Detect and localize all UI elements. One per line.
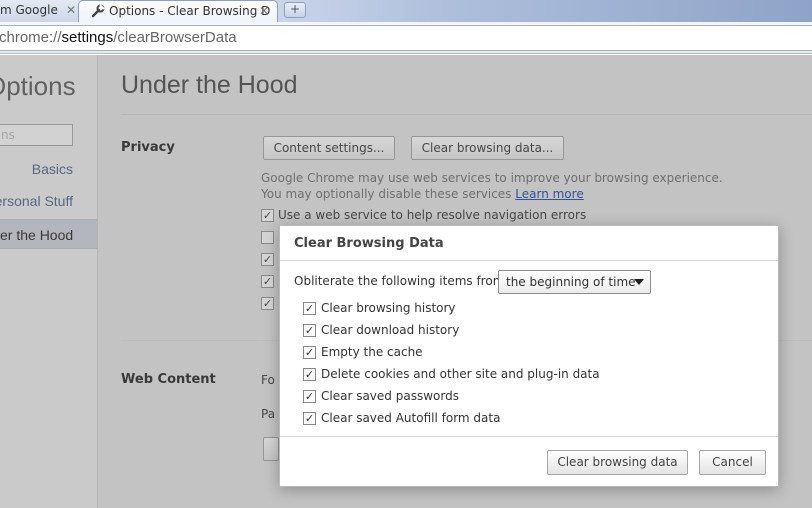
tab-options-title: Options - Clear Browsing D [109, 4, 271, 18]
new-tab-button[interactable]: + [284, 2, 306, 18]
clear-passwords-label: Clear saved passwords [321, 389, 459, 403]
tab-options[interactable]: Options - Clear Browsing D ✕ [78, 0, 278, 22]
clear-history-checkbox[interactable]: ✓ [303, 302, 316, 315]
tab-google-title: m Google [0, 3, 58, 17]
clear-history-label: Clear browsing history [321, 301, 456, 315]
wrench-icon [91, 4, 105, 18]
dialog-title: Clear Browsing Data [294, 236, 444, 251]
cancel-button[interactable]: Cancel [699, 450, 766, 475]
confirm-clear-button[interactable]: Clear browsing data [547, 450, 688, 475]
tab-options-close-icon[interactable]: ✕ [259, 1, 269, 21]
clear-browsing-data-dialog: Clear Browsing Data Obliterate the follo… [279, 225, 779, 487]
address-host: settings [61, 29, 114, 46]
dialog-header-divider [280, 260, 778, 261]
obliterate-label: Obliterate the following items from: [294, 274, 509, 288]
clear-autofill-checkbox[interactable]: ✓ [303, 412, 316, 425]
clear-autofill-label: Clear saved Autofill form data [321, 411, 501, 425]
tab-strip: m Google ✕ Options - Clear Browsing D ✕ … [0, 0, 812, 22]
dialog-footer: Clear browsing data Cancel [280, 437, 778, 486]
tab-google-close-icon[interactable]: ✕ [66, 0, 76, 20]
clear-downloads-checkbox[interactable]: ✓ [303, 324, 316, 337]
empty-cache-checkbox[interactable]: ✓ [303, 346, 316, 359]
toolbar: chrome://settings/clearBrowserData [0, 22, 812, 54]
address-path: /clearBrowserData [113, 29, 237, 46]
time-range-select[interactable]: the beginning of time [498, 270, 651, 294]
delete-cookies-checkbox[interactable]: ✓ [303, 368, 316, 381]
delete-cookies-label: Delete cookies and other site and plug-i… [321, 367, 600, 381]
address-bar[interactable]: chrome://settings/clearBrowserData [0, 25, 812, 51]
time-range-value: the beginning of time [506, 275, 636, 289]
address-scheme: chrome:// [0, 29, 62, 46]
clear-passwords-checkbox[interactable]: ✓ [303, 390, 316, 403]
clear-downloads-label: Clear download history [321, 323, 460, 337]
tab-google[interactable]: m Google ✕ [0, 0, 82, 22]
dropdown-arrow-icon [634, 279, 644, 285]
empty-cache-label: Empty the cache [321, 345, 423, 359]
